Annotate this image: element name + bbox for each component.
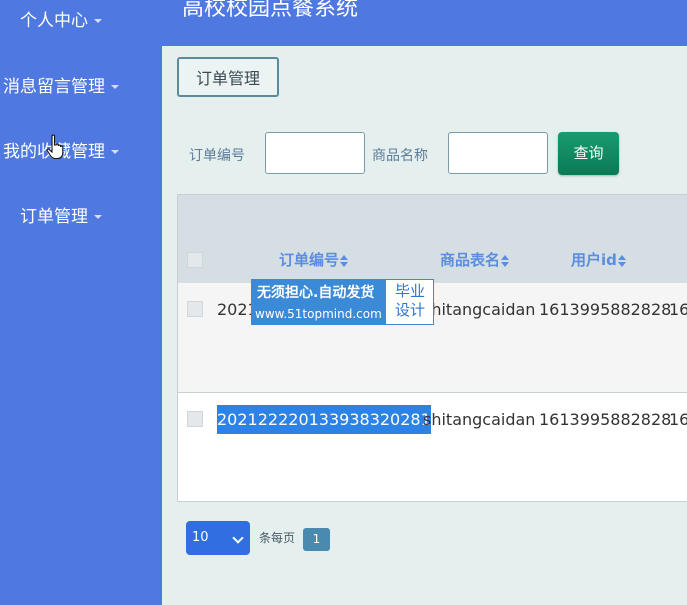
select-all-checkbox[interactable] bbox=[187, 252, 203, 268]
product-name-input[interactable] bbox=[448, 132, 548, 174]
caret-down-icon bbox=[94, 215, 102, 219]
selected-order-no: 20212222013393832028​1 bbox=[217, 405, 431, 434]
row-checkbox[interactable] bbox=[187, 411, 203, 427]
order-no-label: 订单编号 bbox=[189, 148, 245, 164]
column-header-order-no[interactable]: 订单编号 bbox=[279, 249, 349, 271]
table-row[interactable]: 20212222013393832028​1 shitangcaidan 161… bbox=[178, 393, 687, 501]
order-no-input[interactable] bbox=[265, 132, 365, 174]
sidebar-item-favorites-management[interactable]: 我的收藏管理 bbox=[3, 140, 165, 164]
page-button-1[interactable]: 1 bbox=[303, 528, 330, 551]
sidebar-item-personal-center[interactable]: 个人中心 bbox=[20, 9, 182, 33]
top-header: 高校校园点餐系统 bbox=[162, 0, 687, 46]
watermark-left: 无须担心.自动发货 www.51topmind.com bbox=[252, 280, 386, 324]
sort-icon bbox=[617, 254, 627, 267]
hand-cursor-icon bbox=[46, 134, 64, 160]
truncated-cell: 16 bbox=[669, 300, 687, 319]
truncated-cell: 16 bbox=[669, 410, 687, 429]
app-title: 高校校园点餐系统 bbox=[182, 0, 359, 21]
order-management-tab[interactable]: 订单管理 bbox=[177, 57, 279, 97]
table-name-cell: shitangcaidan bbox=[423, 410, 536, 429]
row-checkbox[interactable] bbox=[187, 301, 203, 317]
order-no-cell: 20212222013393832028​1 bbox=[217, 405, 431, 434]
sidebar-item-label: 订单管理 bbox=[20, 207, 88, 227]
sidebar-item-order-management[interactable]: 订单管理 bbox=[20, 205, 182, 229]
sort-icon bbox=[501, 254, 510, 267]
user-id-cell: 1613995882828 bbox=[539, 410, 672, 429]
caret-down-icon bbox=[111, 85, 119, 89]
sidebar-item-label: 个人中心 bbox=[20, 11, 88, 31]
watermark-slogan: 无须担心.自动发货 bbox=[257, 285, 375, 301]
table-name-cell: shitangcaidan bbox=[423, 300, 536, 319]
caret-down-icon bbox=[94, 19, 102, 23]
chevron-down-icon bbox=[232, 532, 244, 544]
product-name-label: 商品名称 bbox=[372, 148, 428, 164]
sidebar-item-message-management[interactable]: 消息留言管理 bbox=[3, 75, 165, 99]
column-header-user-id[interactable]: 用户id bbox=[571, 249, 627, 271]
table-header: 订单编号 商品表名 用户id bbox=[178, 195, 687, 284]
sidebar: 个人中心 消息留言管理 我的收藏管理 订单管理 bbox=[0, 0, 162, 605]
query-button[interactable]: 查询 bbox=[558, 132, 619, 175]
orders-table: 订单编号 商品表名 用户id 2021 shitangcaidan 161399… bbox=[177, 194, 687, 502]
watermark-right: 毕业 设计 bbox=[394, 282, 425, 319]
user-id-cell: 1613995882828 bbox=[539, 300, 672, 319]
caret-down-icon bbox=[111, 150, 119, 154]
sidebar-item-label: 消息留言管理 bbox=[3, 77, 105, 97]
watermark-url: www.51topmind.com bbox=[255, 307, 382, 321]
main-content: 订单管理 订单编号 商品名称 查询 订单编号 商品表名 用户id 2021 sh… bbox=[162, 46, 687, 605]
per-page-label: 条每页 bbox=[259, 531, 296, 545]
sort-icon bbox=[340, 254, 349, 267]
column-header-table-name[interactable]: 商品表名 bbox=[440, 249, 510, 271]
watermark-banner: 无须担心.自动发货 www.51topmind.com 毕业 设计 bbox=[251, 279, 434, 325]
page-size-select[interactable]: 10 bbox=[186, 521, 250, 555]
